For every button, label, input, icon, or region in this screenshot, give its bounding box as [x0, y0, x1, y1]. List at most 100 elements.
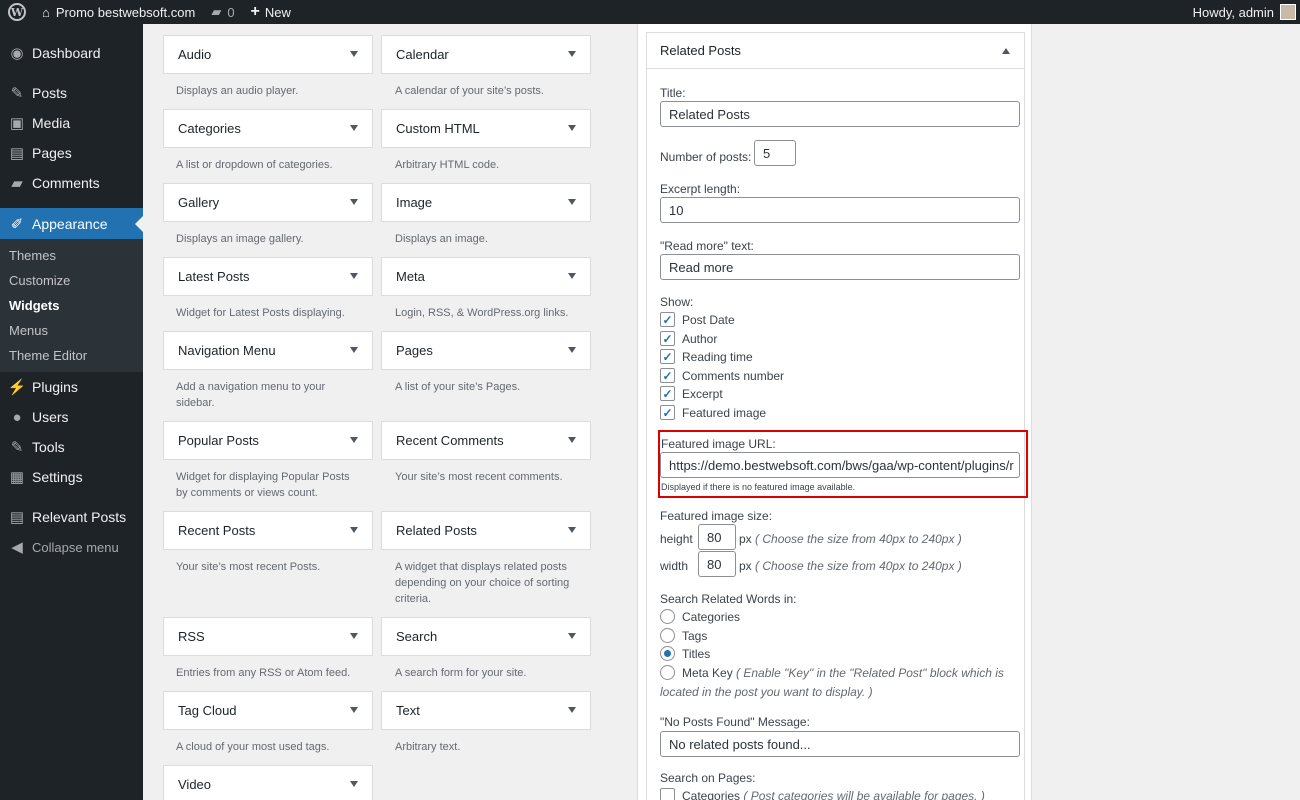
search-meta-key-radio[interactable]: [660, 665, 675, 680]
widget-search[interactable]: Search: [381, 617, 591, 656]
widget-recent-comments[interactable]: Recent Comments: [381, 421, 591, 460]
widget-categories[interactable]: Categories: [163, 109, 373, 148]
widget-rss[interactable]: RSS: [163, 617, 373, 656]
show-comments-number-checkbox[interactable]: ✓: [660, 368, 675, 383]
new-label: New: [264, 4, 291, 20]
widget-pages[interactable]: Pages: [381, 331, 591, 370]
new-content-link[interactable]: + New: [243, 0, 299, 24]
widget-recent-posts[interactable]: Recent Posts: [163, 511, 373, 550]
my-account-link[interactable]: Howdy, admin: [1185, 0, 1300, 24]
sidebar-item-posts[interactable]: ✎ Posts: [0, 78, 143, 108]
wordpress-logo-button[interactable]: W: [0, 0, 34, 24]
user-icon: ●: [12, 408, 22, 426]
sidebar-item-plugins[interactable]: ⚡ Plugins: [0, 372, 143, 402]
height-input[interactable]: 80: [698, 524, 736, 550]
search-on-pages-label: Search on Pages:: [660, 771, 756, 785]
collapse-menu-button[interactable]: ◀ Collapse menu: [0, 532, 143, 562]
widget-title: Pages: [396, 343, 433, 358]
show-post-date-checkbox[interactable]: ✓: [660, 312, 675, 327]
meta-key-hint: ( Enable "Key" in the "Related Post" blo…: [736, 666, 1004, 680]
widget-description: Entries from any RSS or Atom feed.: [176, 667, 351, 679]
admin-bar: W ⌂ Promo bestwebsoft.com ▰ 0 + New Howd…: [0, 0, 1300, 24]
search-categories-radio[interactable]: [660, 609, 675, 624]
featured-image-url-note: Displayed if there is no featured image …: [661, 482, 856, 492]
px-unit: px: [739, 559, 752, 573]
no-posts-input[interactable]: No related posts found...: [660, 731, 1020, 757]
size-hint: ( Choose the size from 40px to 240px ): [755, 532, 962, 546]
widget-description: Add a navigation menu to your sidebar.: [176, 381, 326, 409]
brush-icon: ✐: [10, 215, 24, 233]
widget-text[interactable]: Text: [381, 691, 591, 730]
show-option-label: Excerpt: [682, 387, 723, 401]
sidebar-item-label: Comments: [32, 175, 100, 191]
sidebar-item-label: Media: [32, 115, 71, 131]
px-unit: px: [739, 532, 752, 546]
sidebar-item-media[interactable]: ▣ Media: [0, 108, 143, 138]
widget-calendar[interactable]: Calendar: [381, 35, 591, 74]
widget-image[interactable]: Image: [381, 183, 591, 222]
sidebar-item-comments[interactable]: ▰ Comments: [0, 168, 143, 198]
dropdown-arrow-icon: [568, 437, 576, 443]
width-input[interactable]: 80: [698, 551, 736, 577]
submenu-item-menus[interactable]: Menus: [0, 318, 143, 343]
widget-header[interactable]: Related Posts: [647, 33, 1024, 69]
search-tags-radio[interactable]: [660, 628, 675, 643]
widget-title: RSS: [178, 629, 205, 644]
show-excerpt-checkbox[interactable]: ✓: [660, 386, 675, 401]
featured-image-url-input[interactable]: https://demo.bestwebsoft.com/bws/gaa/wp-…: [660, 452, 1020, 478]
pages-categories-checkbox[interactable]: [660, 788, 675, 800]
submenu-item-customize[interactable]: Customize: [0, 268, 143, 293]
submenu-item-themes[interactable]: Themes: [0, 243, 143, 268]
widget-description: A widget that displays related posts dep…: [395, 561, 570, 605]
excerpt-length-input[interactable]: 10: [660, 197, 1020, 223]
sidebar-item-relevant-posts[interactable]: ▤ Relevant Posts: [0, 502, 143, 532]
widget-custom-html[interactable]: Custom HTML: [381, 109, 591, 148]
search-titles-radio[interactable]: [660, 646, 675, 661]
sidebar-item-pages[interactable]: ▤ Pages: [0, 138, 143, 168]
site-name-link[interactable]: ⌂ Promo bestwebsoft.com: [34, 0, 203, 24]
show-reading-time-checkbox[interactable]: ✓: [660, 349, 675, 364]
dropdown-arrow-icon: [568, 347, 576, 353]
relevant-icon: ▤: [9, 509, 25, 526]
show-option-label: Author: [682, 332, 718, 346]
widget-title: Calendar: [396, 47, 449, 62]
title-input[interactable]: Related Posts: [660, 101, 1020, 127]
widget-popular-posts[interactable]: Popular Posts: [163, 421, 373, 460]
widget-meta[interactable]: Meta: [381, 257, 591, 296]
sidebar-item-label: Appearance: [32, 215, 108, 232]
settings-icon: ▦: [9, 469, 25, 486]
widget-tag-cloud[interactable]: Tag Cloud: [163, 691, 373, 730]
sidebar-item-appearance[interactable]: ✐ Appearance: [0, 208, 143, 239]
comments-count: 0: [227, 4, 235, 20]
show-author-checkbox[interactable]: ✓: [660, 331, 675, 346]
sidebar-item-dashboard[interactable]: ◉ Dashboard: [0, 38, 143, 68]
dropdown-arrow-icon: [350, 273, 358, 279]
widget-related-posts[interactable]: Related Posts: [381, 511, 591, 550]
comments-link[interactable]: ▰ 0: [203, 0, 242, 24]
widget-video[interactable]: Video: [163, 765, 373, 800]
widget-title: Gallery: [178, 195, 220, 210]
sidebar-item-users[interactable]: ● Users: [0, 402, 143, 432]
show-featured-image-checkbox[interactable]: ✓: [660, 405, 675, 420]
widget-title: Custom HTML: [396, 121, 480, 136]
num-posts-input[interactable]: 5: [754, 140, 796, 166]
widget-description: Displays an image gallery.: [176, 233, 304, 245]
read-more-input[interactable]: Read more: [660, 254, 1020, 280]
widget-description: A search form for your site.: [395, 667, 527, 679]
widget-audio[interactable]: Audio: [163, 35, 373, 74]
collapse-arrow-icon[interactable]: [1002, 48, 1010, 54]
widget-navigation-menu[interactable]: Navigation Menu: [163, 331, 373, 370]
home-icon: ⌂: [42, 4, 50, 20]
read-more-label: "Read more" text:: [660, 239, 754, 253]
submenu-item-widgets[interactable]: Widgets: [0, 293, 143, 318]
widget-latest-posts[interactable]: Latest Posts: [163, 257, 373, 296]
width-hint: px ( Choose the size from 40px to 240px …: [739, 559, 962, 573]
sidebar-item-tools[interactable]: ✎ Tools: [0, 432, 143, 462]
sidebar-item-settings[interactable]: ▦ Settings: [0, 462, 143, 492]
submenu-item-theme-editor[interactable]: Theme Editor: [0, 343, 143, 368]
widget-description: Arbitrary HTML code.: [395, 159, 500, 171]
dropdown-arrow-icon: [350, 51, 358, 57]
dropdown-arrow-icon: [568, 707, 576, 713]
sidebar-item-label: Users: [32, 409, 69, 425]
widget-gallery[interactable]: Gallery: [163, 183, 373, 222]
